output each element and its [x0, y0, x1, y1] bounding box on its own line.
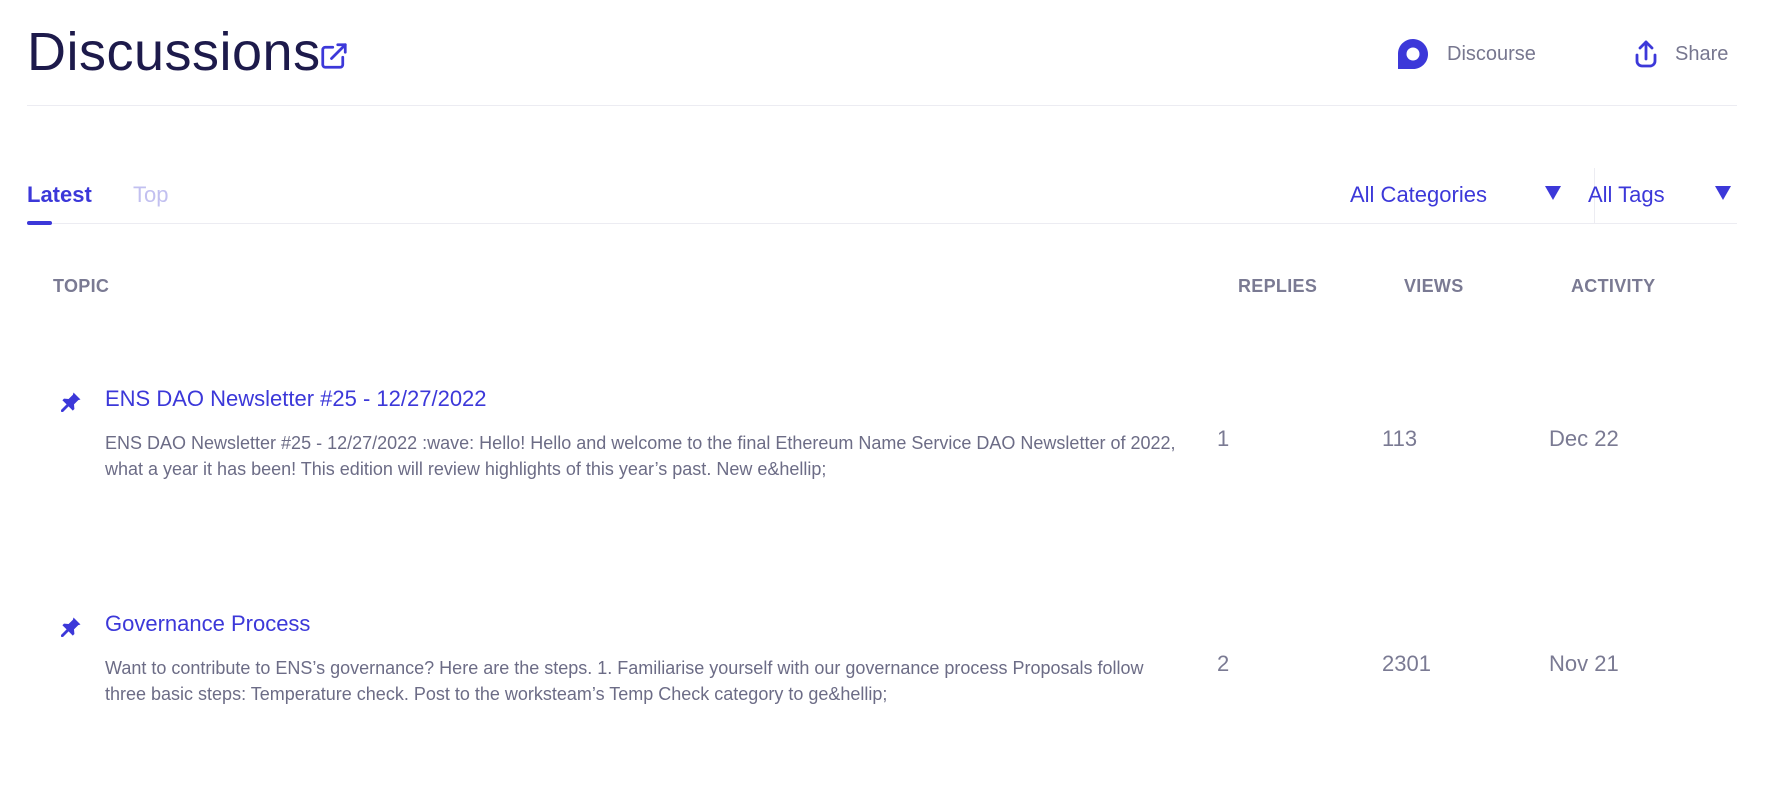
caret-down-icon: [1715, 186, 1731, 200]
replies-count: 2: [1217, 651, 1230, 676]
column-header-topic: TOPIC: [53, 276, 110, 296]
views-count: 2301: [1382, 651, 1431, 676]
column-header-views: VIEWS: [1404, 276, 1464, 296]
share-label: Share: [1675, 42, 1729, 65]
share-button[interactable]: Share: [1631, 34, 1728, 74]
column-header-activity: ACTIVITY: [1571, 276, 1656, 296]
pin-icon: [61, 392, 81, 412]
discourse-icon: [1398, 39, 1428, 69]
topic-row[interactable]: ENS DAO Newsletter #25 - 12/27/2022 ENS …: [27, 380, 1737, 520]
share-icon: [1635, 40, 1657, 68]
topic-title[interactable]: ENS DAO Newsletter #25 - 12/27/2022: [105, 386, 487, 412]
topic-row[interactable]: Governance Process Want to contribute to…: [27, 605, 1737, 745]
tab-latest[interactable]: Latest: [27, 182, 92, 225]
caret-down-icon: [1545, 186, 1561, 200]
topic-excerpt: Want to contribute to ENS’s governance? …: [105, 658, 1144, 704]
tags-dropdown[interactable]: All Tags: [1588, 178, 1737, 212]
external-link-icon[interactable]: [319, 41, 349, 71]
tabs-bar: Latest Top All Categories All Tags: [27, 168, 1737, 225]
views-count: 113: [1382, 426, 1418, 451]
pin-icon: [61, 617, 81, 637]
topic-title[interactable]: Governance Process: [105, 611, 310, 637]
activity-date: Nov 21: [1549, 651, 1619, 676]
activity-date: Dec 22: [1549, 426, 1619, 451]
categories-dropdown[interactable]: All Categories: [1350, 178, 1575, 212]
discourse-link[interactable]: Discourse: [1395, 34, 1536, 74]
topic-excerpt: ENS DAO Newsletter #25 - 12/27/2022 :wav…: [105, 433, 1176, 479]
tab-top[interactable]: Top: [133, 182, 168, 224]
discourse-label: Discourse: [1447, 42, 1536, 65]
page-title: Discussions: [27, 22, 321, 82]
replies-count: 1: [1217, 426, 1230, 451]
page-header: Discussions Discourse Share: [27, 0, 1737, 106]
column-header-replies: REPLIES: [1238, 276, 1318, 296]
tags-dropdown-label: All Tags: [1588, 182, 1665, 207]
categories-dropdown-label: All Categories: [1350, 182, 1487, 207]
